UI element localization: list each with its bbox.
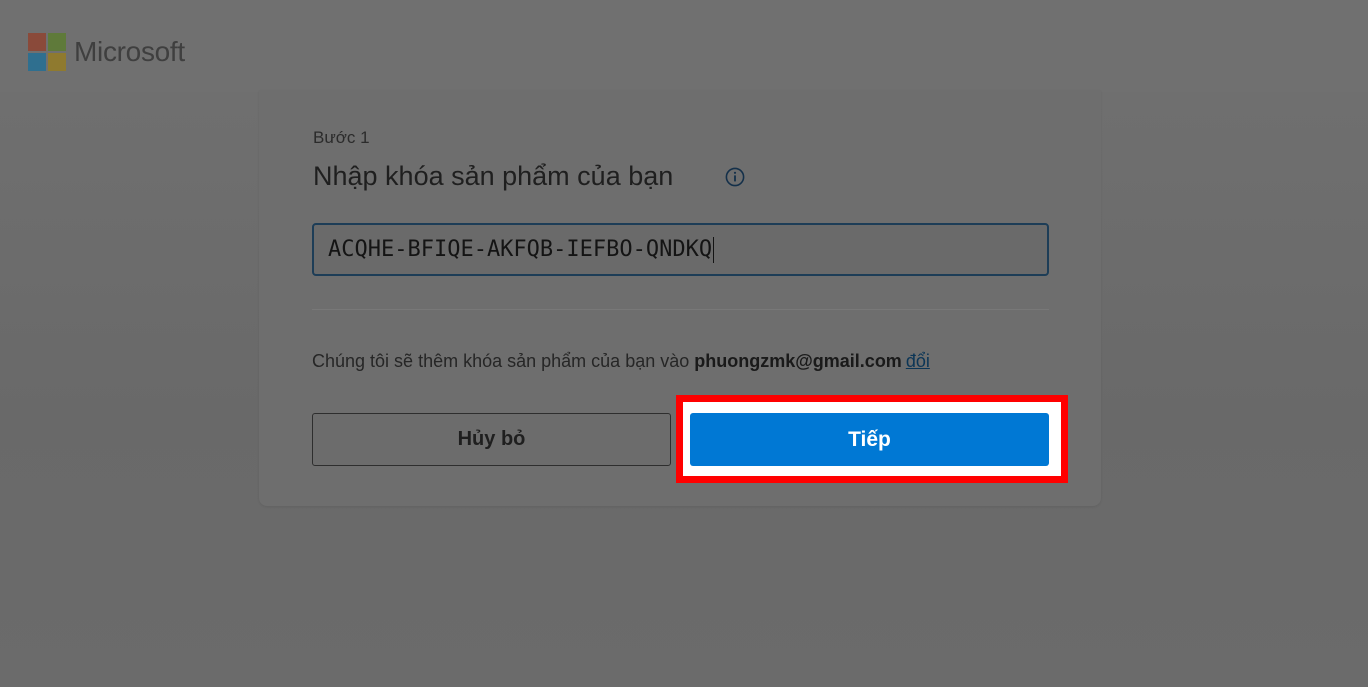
change-account-link[interactable]: đổi xyxy=(906,351,930,371)
logo-square-yellow xyxy=(48,53,66,71)
text-caret xyxy=(713,237,715,263)
product-key-input[interactable]: ACQHE-BFIQE-AKFQB-IEFBO-QNDKQ xyxy=(312,223,1049,276)
notice-text: Chúng tôi sẽ thêm khóa sản phẩm của bạn … xyxy=(312,351,695,371)
page-title: Nhập khóa sản phẩm của bạn xyxy=(313,161,674,191)
account-email: phuongzmk@gmail.com xyxy=(694,351,902,371)
divider xyxy=(312,309,1049,310)
brand-name: Microsoft xyxy=(74,36,185,67)
logo-square-red xyxy=(28,33,46,51)
logo-square-blue xyxy=(28,53,46,71)
cancel-button[interactable]: Hủy bỏ xyxy=(312,413,671,466)
step-label: Bước 1 xyxy=(313,128,370,147)
microsoft-logo-icon xyxy=(28,33,66,71)
logo-square-green xyxy=(48,33,66,51)
top-header: Microsoft xyxy=(0,0,1368,92)
microsoft-brand[interactable]: Microsoft xyxy=(28,33,185,71)
next-button[interactable]: Tiếp xyxy=(690,413,1049,466)
product-key-value: ACQHE-BFIQE-AKFQB-IEFBO-QNDKQ xyxy=(328,237,713,262)
info-circle-icon[interactable] xyxy=(725,167,745,187)
account-notice: Chúng tôi sẽ thêm khóa sản phẩm của bạn … xyxy=(312,351,930,372)
